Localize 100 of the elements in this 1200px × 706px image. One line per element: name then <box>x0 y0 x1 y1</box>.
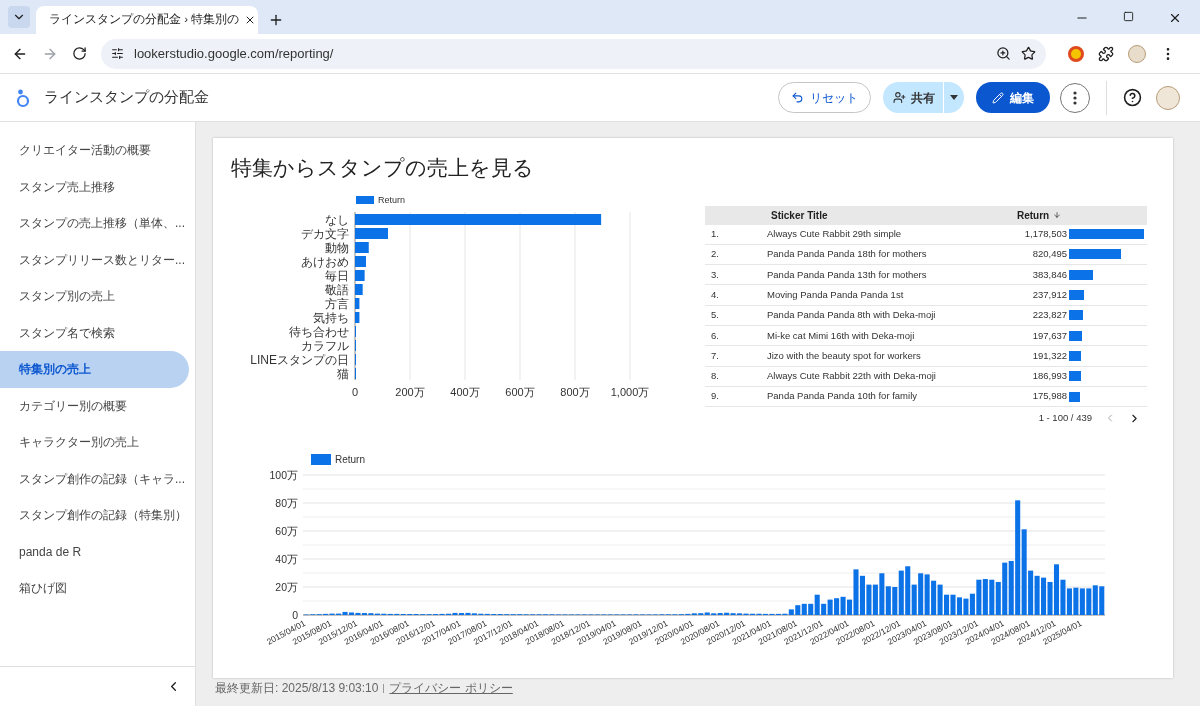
axis-label: 1,000万 <box>610 385 650 398</box>
axis-label: 方言 <box>325 296 349 310</box>
axis-label: LINEスタンプの日 <box>250 352 349 366</box>
table-cell-text: 6. <box>710 328 720 343</box>
pagination-label: 1 - 100 / 439 <box>1038 411 1092 426</box>
value-bar <box>1069 371 1081 382</box>
value-bar <box>1069 290 1085 301</box>
table-cell-text: Panda Panda Panda 13th for mothers <box>767 267 928 282</box>
value-bar <box>1069 310 1084 321</box>
column-header[interactable]: Sticker Title <box>771 207 1017 223</box>
legend-label: Return <box>335 454 365 466</box>
table-cell-text: 7. <box>710 348 720 363</box>
table-cell-text: 2. <box>710 247 720 262</box>
axis-label: 80万 <box>275 497 298 510</box>
bar <box>355 227 388 239</box>
bar <box>355 269 365 281</box>
privacy-link[interactable]: プライバシー ポリシー <box>389 679 513 697</box>
axis-label: 0 <box>351 385 359 398</box>
reload-icon[interactable] <box>72 46 87 61</box>
zoom-icon[interactable] <box>996 46 1011 61</box>
caret-icon <box>950 95 958 100</box>
bookmark-star-icon[interactable] <box>1021 46 1036 61</box>
person-add-icon <box>893 91 906 104</box>
page-link[interactable]: スタンプ創作の記録（特集別） <box>0 497 189 534</box>
page-link[interactable]: スタンプ創作の記録（キャラ... <box>0 460 189 497</box>
table-cell-text: 4. <box>710 287 720 302</box>
app-logo-icon <box>16 87 30 108</box>
last-updated-text: 最終更新日: 2025/8/13 9:03:10 <box>215 680 379 697</box>
table-cell-text: 8. <box>710 369 720 384</box>
table-cell-text: 191,322 <box>1031 348 1068 363</box>
axis-label: 20万 <box>275 581 298 594</box>
table-cell-text: 3. <box>710 267 720 282</box>
maximize-icon[interactable] <box>1123 11 1134 22</box>
extensions-icon[interactable] <box>1098 45 1114 62</box>
axis-label: 400万 <box>450 385 480 398</box>
axis-label: あけおめ <box>301 254 349 268</box>
axis-label: 敬語 <box>325 282 349 296</box>
value-bar <box>1069 391 1081 402</box>
page-link[interactable]: スタンプ名で検索 <box>0 314 189 351</box>
table-cell-text: 383,846 <box>1031 267 1068 282</box>
axis-label: 200万 <box>395 385 425 398</box>
sort-icon <box>1053 211 1062 219</box>
page-link[interactable]: スタンプ別の売上 <box>0 278 189 315</box>
page-title: 特集からスタンプの売上を見る <box>231 156 534 179</box>
page-link[interactable]: スタンプの売上推移（単体、... <box>0 205 189 242</box>
page-link[interactable]: 箱ひげ図 <box>0 570 189 607</box>
table-cell-text: Always Cute Rabbit 29th simple <box>767 227 903 241</box>
table-cell-text: 5. <box>710 308 720 323</box>
page-link[interactable]: panda de R <box>0 533 189 570</box>
bar <box>355 255 366 267</box>
axis-label: 動物 <box>325 240 349 254</box>
page-link[interactable]: キャラクター別の売上 <box>0 424 189 461</box>
edit-button[interactable]: 編集 <box>976 82 1050 113</box>
legend-label: Return <box>378 194 405 205</box>
address-bar[interactable]: lookerstudio.google.com/reporting/ <box>101 38 1046 69</box>
axis-label: 毎日 <box>325 268 349 282</box>
bar <box>355 311 360 323</box>
table-cell-text: 820,495 <box>1031 247 1068 262</box>
page-link[interactable]: カテゴリー別の概要 <box>0 387 189 424</box>
page-link[interactable]: 特集別の売上 <box>0 351 189 388</box>
help-icon[interactable] <box>1123 88 1142 107</box>
value-bar <box>1069 269 1094 280</box>
table-cell-text: Panda Panda Panda 8th with Deka-moji <box>767 308 937 323</box>
value-bar <box>1069 330 1082 341</box>
new-tab-icon[interactable] <box>268 12 284 28</box>
more-icon <box>1073 90 1077 105</box>
page-link[interactable]: クリエイター活動の概要 <box>0 132 189 169</box>
url-text: lookerstudio.google.com/reporting/ <box>134 44 334 63</box>
tab-title: ラインスタンプの分配金 › 特集別の <box>49 12 240 28</box>
close-icon[interactable] <box>1168 11 1182 25</box>
axis-label: 0 <box>292 609 298 622</box>
axis-label: 800万 <box>560 385 590 398</box>
table-cell-text: 1. <box>710 227 720 241</box>
axis-label: 600万 <box>505 385 535 398</box>
table-cell-text: 175,988 <box>1031 389 1068 404</box>
table-cell-text: Panda Panda Panda 10th for family <box>767 389 918 404</box>
axis-label: 猫 <box>337 366 349 380</box>
pencil-icon <box>992 91 1004 104</box>
table-cell-text: 1,178,503 <box>1023 227 1068 241</box>
page-link[interactable]: スタンプリリース数とリター... <box>0 241 189 278</box>
extension-icon[interactable] <box>1068 45 1084 62</box>
axis-label: なし <box>325 212 349 226</box>
page-link[interactable]: スタンプ売上推移 <box>0 168 189 205</box>
bar <box>355 241 369 253</box>
axis-label: 100万 <box>269 469 298 482</box>
table-cell-text: 237,912 <box>1031 287 1068 302</box>
table-cell-text: 186,993 <box>1031 369 1068 384</box>
value-bar <box>1069 249 1122 260</box>
axis-label: 気持ち <box>313 310 349 324</box>
undo-icon <box>791 91 804 104</box>
table-cell-text: Mi-ke cat Mimi 16th with Deka-moji <box>767 328 916 343</box>
axis-label: 待ち合わせ <box>289 324 349 338</box>
browser-tab[interactable]: ラインスタンプの分配金 › 特集別の <box>36 6 258 34</box>
axis-label: デカ文字 <box>301 226 349 240</box>
legend-swatch <box>356 195 374 204</box>
report-title: ラインスタンプの分配金 <box>44 87 209 108</box>
bar <box>355 283 363 295</box>
tab-list-button[interactable] <box>8 6 30 28</box>
column-header[interactable]: Return <box>1017 207 1147 223</box>
bar <box>355 297 360 309</box>
